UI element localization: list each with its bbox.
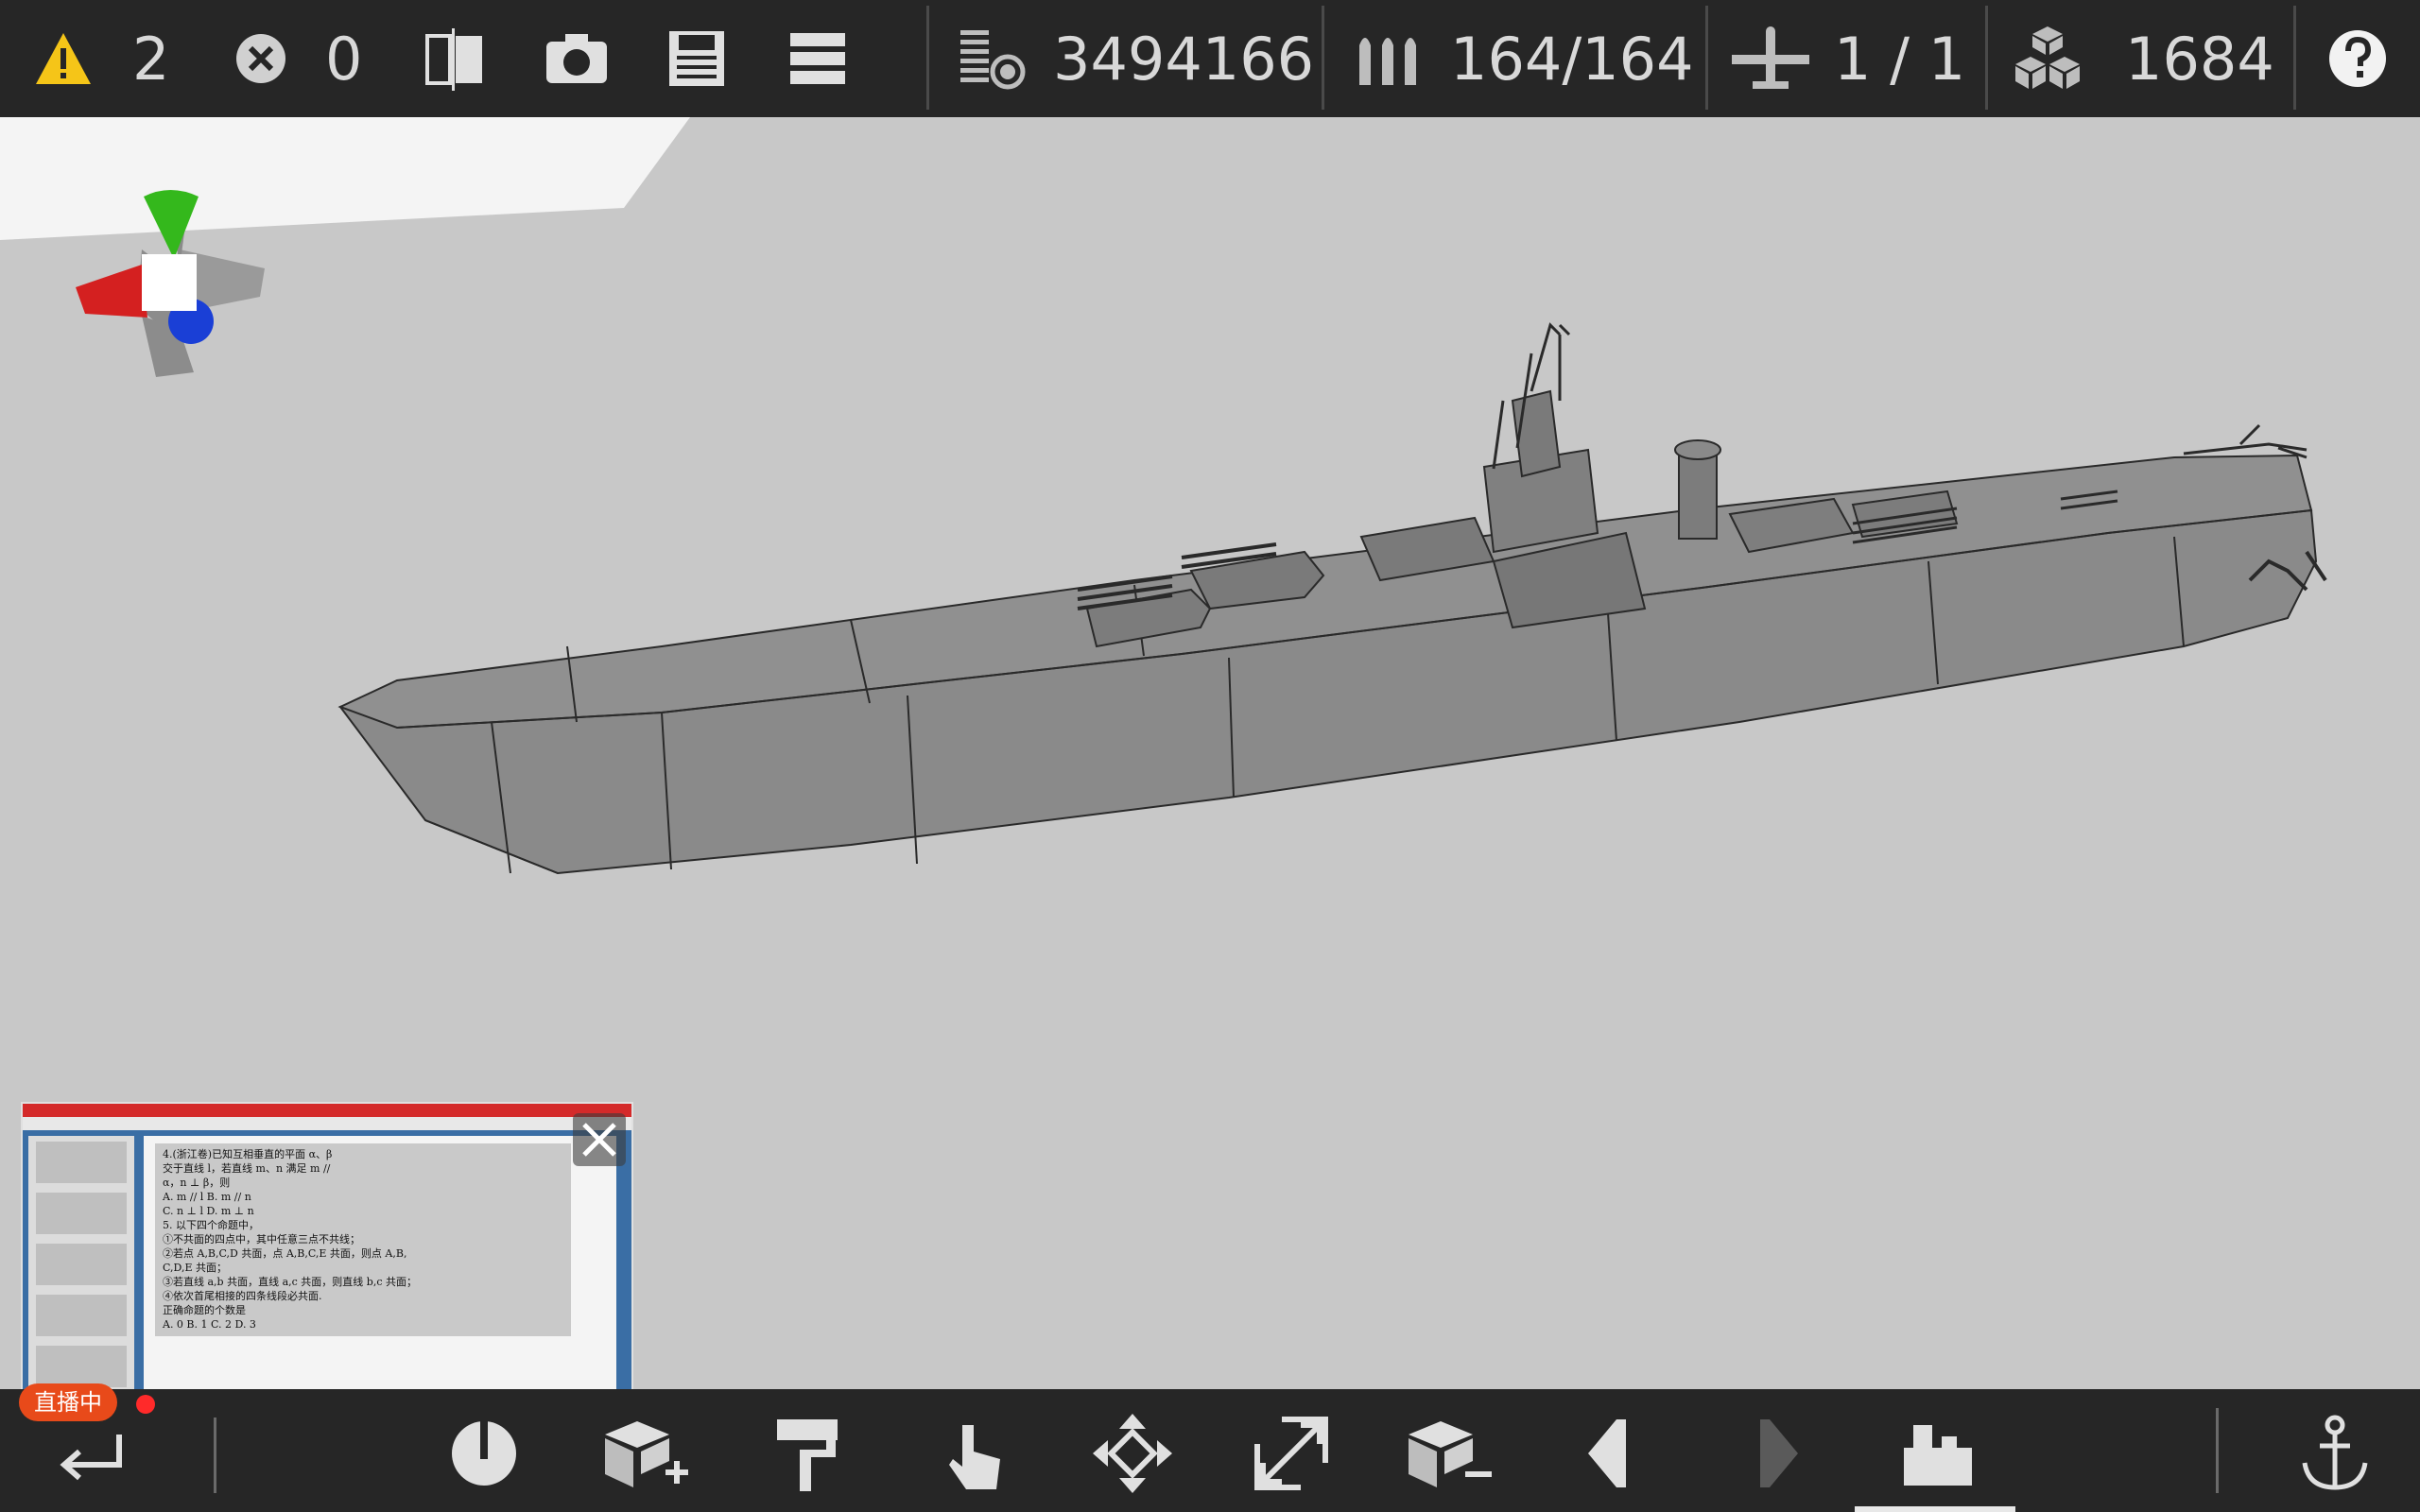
select-button[interactable] [925,1406,1019,1501]
top-status-bar: 2 0 3494166 164/164 1 / 1 1684 [0,0,2420,117]
warning-icon [36,33,91,84]
help-button[interactable] [2327,0,2388,117]
aircraft-stat[interactable] [1730,0,1811,117]
doc-line: 正确命题的个数是 [163,1304,246,1316]
weight-icon [960,30,1026,90]
gizmo-center[interactable] [142,254,197,311]
move-button[interactable] [1085,1406,1180,1501]
add-block-button[interactable] [599,1406,694,1501]
undo-icon [1588,1419,1626,1487]
close-icon [582,1123,616,1157]
scale-button[interactable] [1244,1406,1339,1501]
errors-count: 0 [325,24,363,94]
weight-value: 3494166 [1053,24,1315,94]
remove-block-button[interactable] [1403,1406,1497,1501]
move-icon [1093,1414,1172,1493]
stream-slide-list [28,1136,134,1410]
error-icon [236,34,285,83]
warnings-count: 2 [132,24,170,94]
camera-button[interactable] [543,0,611,117]
stream-document: 4.(浙江卷)已知互相垂直的平面 α、β 交于直线 l，若直线 m、n 满足 m… [155,1143,571,1336]
camera-icon [546,34,607,83]
doc-line: 5. 以下四个命题中， [163,1219,259,1231]
anchor-button[interactable] [2288,1406,2382,1501]
weight-stat[interactable] [957,0,1028,117]
save-icon [669,31,724,86]
separator [1985,6,1988,110]
doc-line: A. 0 B. 1 C. 2 D. 3 [163,1318,256,1331]
redo-icon [1760,1419,1798,1487]
remove-block-icon [1409,1421,1492,1487]
stream-titlebar [23,1104,631,1117]
ship-view-icon [1904,1425,1972,1486]
separator [2216,1408,2219,1493]
doc-line: α，n ⊥ β，则 [163,1177,231,1189]
add-block-icon [605,1421,688,1487]
separator [214,1418,216,1493]
doc-line: C,D,E 共面； [163,1262,227,1274]
ship-view-button[interactable] [1891,1406,1985,1501]
ship-model[interactable] [337,322,2327,875]
rotate-icon [452,1421,516,1486]
stream-slide: 4.(浙江卷)已知互相垂直的平面 α、β 交于直线 l，若直线 m、n 满足 m… [144,1136,616,1416]
separator [1322,6,1324,110]
redo-button[interactable] [1724,1406,1819,1501]
light-highlight [0,117,690,240]
stream-ribbon [23,1117,631,1130]
doc-line: 交于直线 l，若直线 m、n 满足 m // [163,1162,331,1175]
select-icon [949,1425,1000,1489]
parts-stat[interactable] [2012,0,2083,117]
scale-icon [1254,1417,1328,1490]
mirror-icon [425,28,482,91]
warnings-indicator[interactable] [34,0,93,117]
paint-icon [777,1419,838,1491]
errors-indicator[interactable] [233,0,289,117]
live-dot [136,1395,155,1414]
help-icon [2329,30,2386,87]
anchor-icon [2302,1415,2368,1490]
parts-value: 1684 [2125,24,2274,94]
separator [1705,6,1708,110]
menu-button[interactable] [786,0,849,117]
menu-icon [790,33,845,84]
stream-close-button[interactable] [573,1113,626,1166]
save-button[interactable] [666,0,728,117]
ammo-value: 164/164 [1450,24,1694,94]
doc-line: ③若直线 a,b 共面，直线 a,c 共面，则直线 b,c 共面； [163,1276,417,1288]
separator [926,6,929,110]
mirror-button[interactable] [422,0,490,117]
doc-line: A. m // l B. m // n [163,1191,251,1203]
ammo-icon [1359,38,1416,85]
doc-line: 4.(浙江卷)已知互相垂直的平面 α、β [163,1148,333,1160]
live-badge: 直播中 [19,1383,117,1421]
doc-line: ④依次首尾相接的四条线段必共面. [163,1290,322,1302]
ammo-stat[interactable] [1354,0,1422,117]
paint-button[interactable] [760,1406,855,1501]
gizmo-x-axis[interactable] [76,265,147,318]
aircraft-value: 1 / 1 [1834,24,1966,94]
parts-icon [2015,26,2080,89]
rotate-button[interactable] [437,1406,531,1501]
doc-line: ①不共面的四点中，其中任意三点不共线； [163,1233,360,1246]
doc-line: C. n ⊥ l D. m ⊥ n [163,1205,254,1217]
bottom-toolbar [0,1389,2420,1512]
aircraft-icon [1732,26,1809,89]
doc-line: ②若点 A,B,C,D 共面，点 A,B,C,E 共面，则点 A,B, [163,1247,407,1260]
separator [2293,6,2296,110]
active-tool-indicator [1855,1506,2015,1512]
undo-button[interactable] [1567,1406,1662,1501]
